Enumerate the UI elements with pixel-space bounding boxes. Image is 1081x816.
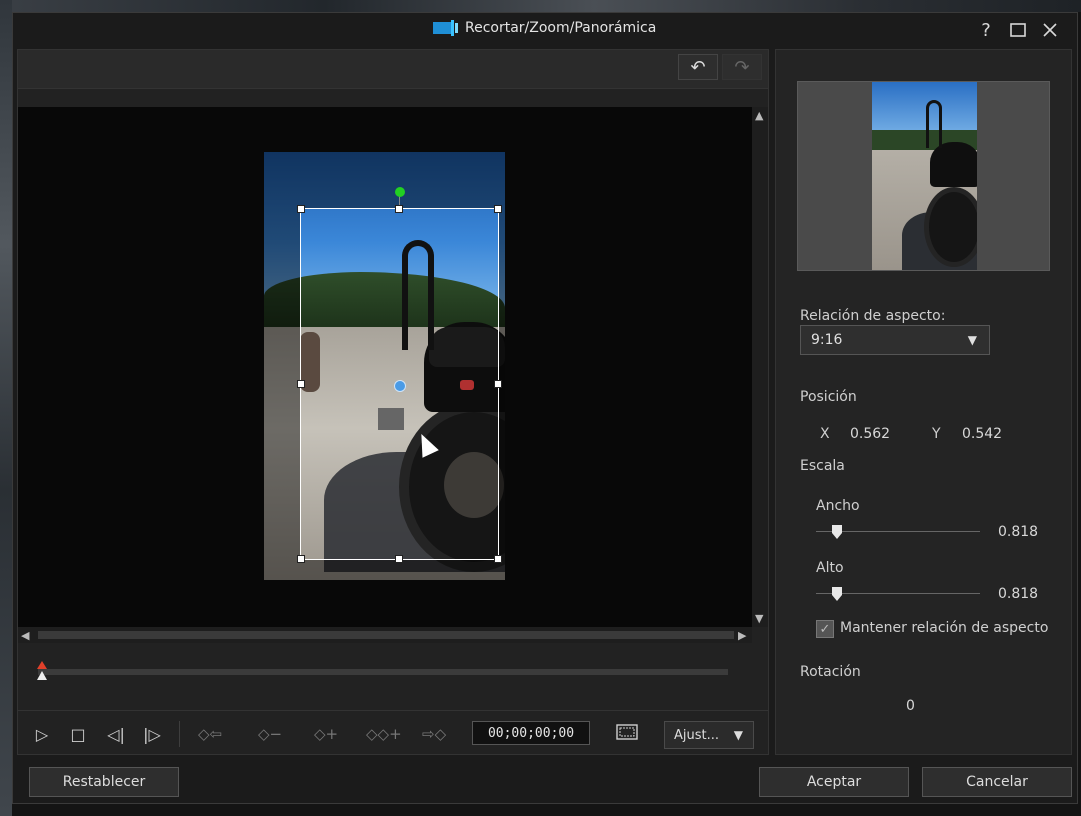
vertical-scrollbar[interactable]: ▲ ▼ xyxy=(752,107,768,627)
transport-divider xyxy=(179,721,180,747)
title-group: Recortar/Zoom/Panorámica xyxy=(433,17,656,39)
window-title: Recortar/Zoom/Panorámica xyxy=(465,20,657,36)
keep-ratio-label: Mantener relación de aspecto xyxy=(840,620,1049,636)
position-y-value[interactable]: 0.542 xyxy=(962,426,1002,442)
safe-zone-icon xyxy=(616,724,638,740)
keyframe-timeline[interactable] xyxy=(38,669,728,675)
undo-icon: ↶ xyxy=(690,56,706,78)
add-keyframe-button[interactable]: ◇+ xyxy=(314,723,338,745)
stop-button[interactable]: □ xyxy=(66,723,90,745)
output-preview-thumbnail xyxy=(797,81,1050,271)
remove-keyframe-button[interactable]: ◇− xyxy=(258,723,282,745)
previous-keyframe-button[interactable]: ◇⇦ xyxy=(198,723,222,745)
keep-ratio-checkbox[interactable]: ✓ xyxy=(816,620,834,638)
position-y-label: Y xyxy=(932,426,941,442)
rotation-label: Rotación xyxy=(800,664,861,680)
close-icon xyxy=(1043,23,1057,37)
resize-handle-left[interactable] xyxy=(297,380,305,388)
help-button[interactable]: ? xyxy=(975,19,997,41)
resize-handle-bottom-right[interactable] xyxy=(494,555,502,563)
rotation-value[interactable]: 0 xyxy=(906,698,915,714)
center-handle[interactable] xyxy=(394,380,406,392)
rotation-handle[interactable] xyxy=(395,187,405,197)
resize-handle-bottom[interactable] xyxy=(395,555,403,563)
width-slider-thumb[interactable] xyxy=(832,524,842,539)
scroll-right-icon[interactable]: ▶ xyxy=(738,629,746,642)
output-preview-frame xyxy=(872,82,977,270)
horizontal-scrollbar[interactable]: ◀ ▶ xyxy=(18,627,752,643)
chevron-down-icon: ▼ xyxy=(967,333,977,347)
undo-button[interactable]: ↶ xyxy=(678,54,718,80)
redo-button[interactable]: ↷ xyxy=(722,54,762,80)
cancel-button[interactable]: Cancelar xyxy=(922,767,1072,797)
settings-panel: Relación de aspecto: 9:16 ▼ Posición X 0… xyxy=(775,49,1072,755)
playhead-icon xyxy=(37,661,47,680)
width-value: 0.818 xyxy=(998,524,1039,540)
resize-handle-right[interactable] xyxy=(494,380,502,388)
next-frame-button[interactable]: |▷ xyxy=(140,723,164,745)
title-bar[interactable]: Recortar/Zoom/Panorámica ? xyxy=(13,13,1079,47)
resize-handle-top-right[interactable] xyxy=(494,205,502,213)
position-label: Posición xyxy=(800,389,857,405)
desktop-background-top xyxy=(0,0,1081,12)
close-button[interactable] xyxy=(1039,19,1061,41)
app-logo-icon xyxy=(433,20,459,36)
aspect-ratio-value: 9:16 xyxy=(811,332,843,348)
resize-handle-top[interactable] xyxy=(395,205,403,213)
transport-controls: ▷ □ ◁| |▷ ◇⇦ ◇− ◇+ ◇◇+ ⇨◇ 00;00;00;00 Aj… xyxy=(18,710,768,755)
aspect-ratio-label: Relación de aspecto: xyxy=(800,308,946,324)
next-keyframe-button[interactable]: ⇨◇ xyxy=(422,723,446,745)
scale-label: Escala xyxy=(800,458,845,474)
play-button[interactable]: ▷ xyxy=(30,723,54,745)
accept-button[interactable]: Aceptar xyxy=(759,767,909,797)
duplicate-keyframe-button[interactable]: ◇◇+ xyxy=(366,723,402,745)
aspect-ratio-dropdown[interactable]: 9:16 ▼ xyxy=(800,325,990,355)
timeline-playhead[interactable] xyxy=(36,661,47,680)
reset-button[interactable]: Restablecer xyxy=(29,767,179,797)
timecode-display[interactable]: 00;00;00;00 xyxy=(472,721,590,745)
resize-handle-top-left[interactable] xyxy=(297,205,305,213)
scroll-left-icon[interactable]: ◀ xyxy=(21,629,29,642)
crop-zoom-pan-dialog: Recortar/Zoom/Panorámica ? ↶ ↷ ▲ ▼ ◀ ▶ ▷… xyxy=(12,12,1078,804)
height-slider-thumb[interactable] xyxy=(832,586,842,601)
maximize-icon xyxy=(1010,23,1026,37)
scroll-up-icon[interactable]: ▲ xyxy=(755,109,763,122)
position-x-label: X xyxy=(820,426,830,442)
width-label: Ancho xyxy=(816,498,860,514)
preview-canvas[interactable] xyxy=(18,107,752,627)
scroll-down-icon[interactable]: ▼ xyxy=(755,612,763,625)
checkmark-icon: ✓ xyxy=(819,621,831,637)
maximize-button[interactable] xyxy=(1007,19,1029,41)
fit-zoom-label: Ajust... xyxy=(674,727,720,743)
chevron-down-icon: ▼ xyxy=(733,728,743,742)
safe-zone-button[interactable] xyxy=(616,723,638,741)
fit-zoom-dropdown[interactable]: Ajust... ▼ xyxy=(664,721,754,749)
preview-panel: ↶ ↷ ▲ ▼ ◀ ▶ ▷ □ ◁| |▷ ◇⇦ ◇− ◇+ ◇◇+ ⇨◇ 00… xyxy=(17,49,769,755)
height-label: Alto xyxy=(816,560,844,576)
desktop-background-left xyxy=(0,0,12,816)
height-value: 0.818 xyxy=(998,586,1039,602)
position-x-value[interactable]: 0.562 xyxy=(850,426,890,442)
preview-toolbar: ↶ ↷ xyxy=(18,50,768,89)
resize-handle-bottom-left[interactable] xyxy=(297,555,305,563)
previous-frame-button[interactable]: ◁| xyxy=(104,723,128,745)
horizontal-scroll-thumb[interactable] xyxy=(38,631,734,639)
redo-icon: ↷ xyxy=(734,56,750,78)
